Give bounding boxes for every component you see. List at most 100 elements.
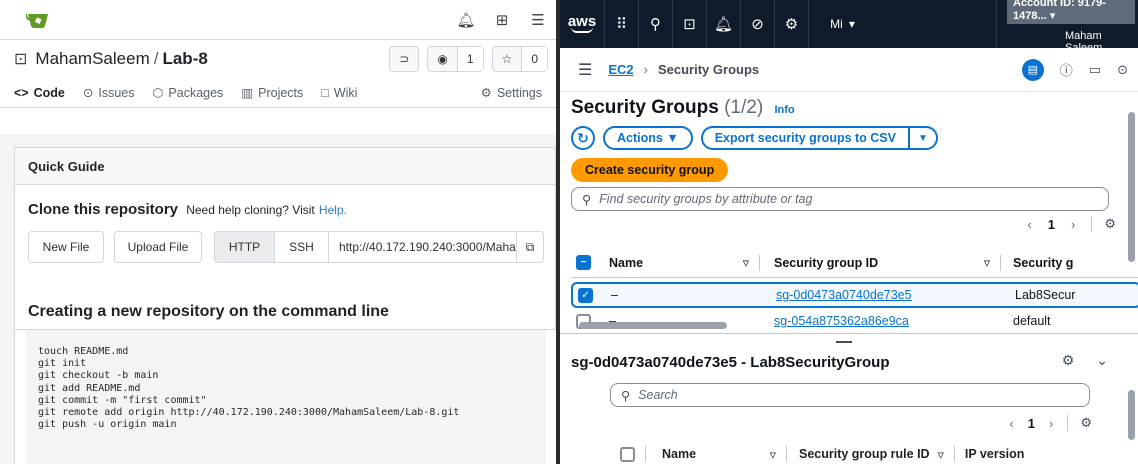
export-dropdown-icon[interactable]: ▼ (907, 128, 936, 148)
select-all-checkbox[interactable]: − (576, 255, 591, 270)
tab-issues[interactable]: ⊙ Issues (83, 78, 135, 107)
tab-label: Settings (496, 85, 542, 100)
info-icon[interactable]: ⓘ (1060, 60, 1073, 79)
row-checkbox[interactable]: ✓ (578, 287, 593, 303)
http-toggle[interactable]: HTTP (215, 232, 275, 262)
tab-settings[interactable]: ⚙︎ Settings (481, 78, 542, 107)
row-name: – (611, 288, 618, 302)
table-settings-gear-icon[interactable]: ⚙︎ (1091, 216, 1116, 232)
account-menu[interactable]: Account ID: 9179-1478... ▾ Maham Saleem (996, 0, 1138, 54)
current-page[interactable]: 1 (1028, 416, 1035, 431)
region-label: Mi (830, 17, 843, 31)
services-grid-icon[interactable]: ⠿ (604, 0, 638, 48)
tab-code[interactable]: <> Code (14, 78, 65, 107)
tour-icon[interactable]: ⊙ (1117, 62, 1128, 78)
chevron-down-icon[interactable]: ⌄ (1096, 352, 1108, 369)
clone-title: Clone this repository Need help cloning?… (28, 201, 347, 218)
project-icon: ▥ (241, 86, 254, 100)
rules-pagination: ‹ 1 › ⚙︎ (1009, 415, 1092, 431)
tab-label: Wiki (333, 85, 358, 100)
tab-label: Issues (98, 85, 135, 100)
book-icon: □ (321, 85, 329, 100)
settings-gear-icon[interactable]: ⚙︎ (774, 0, 808, 48)
sort-down-icon: ▿ (742, 256, 749, 270)
new-repo-heading: Creating a new repository on the command… (14, 284, 556, 330)
breadcrumb-current: Security Groups (657, 62, 760, 77)
help-icon[interactable]: ⊘ (740, 0, 774, 48)
watch-button[interactable]: ◉ 1 (427, 46, 484, 72)
upload-file-button[interactable]: Upload File (114, 231, 202, 263)
feedback-icon[interactable]: ▭ (1089, 62, 1101, 78)
breadcrumb-ec2-link[interactable]: EC2 (608, 62, 633, 77)
repo-owner-link[interactable]: MahamSaleem (35, 49, 149, 69)
column-security-group-id[interactable]: Security group ID ▿ (760, 255, 1000, 271)
code-icon: <> (14, 85, 29, 100)
previous-page-icon[interactable]: ‹ (1027, 217, 1031, 232)
create-security-group-button[interactable]: Create security group (571, 158, 729, 182)
search-placeholder: Find security groups by attribute or tag (599, 192, 813, 206)
current-page[interactable]: 1 (1048, 217, 1055, 232)
copy-icon[interactable]: ⧉ (517, 232, 543, 262)
security-group-id-link[interactable]: sg-0d0473a0740de73e5 (776, 288, 912, 302)
vertical-scrollbar[interactable] (1128, 94, 1136, 330)
column-security-group-name[interactable]: Security g (1001, 256, 1073, 270)
gitea-navbar: 🔔︎ ⊞ ☰ (0, 0, 556, 40)
settings-gear-icon[interactable]: ⚙︎ (1062, 352, 1075, 369)
search-icon: ⚲ (621, 388, 631, 403)
refresh-icon[interactable]: ↻ (571, 126, 595, 150)
command-block: touch README.md git init git checkout -b… (26, 330, 546, 464)
column-name[interactable]: Name ▿ (609, 255, 759, 271)
split-panel-handle[interactable] (560, 333, 1138, 343)
table-settings-gear-icon[interactable]: ⚙︎ (1067, 415, 1092, 431)
detail-vertical-scrollbar[interactable] (1128, 340, 1136, 464)
actions-button[interactable]: Actions ▼ (603, 126, 693, 150)
info-link[interactable]: Info (774, 104, 794, 116)
star-button[interactable]: ☆ 0 (491, 46, 548, 72)
aws-logo[interactable]: aws (560, 0, 604, 48)
next-page-icon[interactable]: › (1071, 217, 1075, 232)
rules-search-input[interactable]: ⚲ Search (610, 383, 1090, 407)
horizontal-scrollbar[interactable] (571, 321, 1111, 330)
previous-page-icon[interactable]: ‹ (1009, 416, 1013, 431)
clone-url-input[interactable]: http://40.172.190.240:3000/MahamSaleem/L… (329, 232, 517, 262)
new-file-button[interactable]: New File (28, 231, 104, 263)
hamburger-menu-icon[interactable]: ☰ (578, 60, 592, 80)
scrollbar-thumb[interactable] (1128, 390, 1135, 440)
select-all-checkbox[interactable] (620, 446, 635, 462)
eye-icon: ◉ (437, 52, 448, 66)
search-icon[interactable]: ⚲ (638, 0, 672, 48)
row-id-cell: sg-0d0473a0740de73e5 (762, 288, 1002, 302)
security-group-search-input[interactable]: ⚲ Find security groups by attribute or t… (571, 187, 1109, 211)
tab-wiki[interactable]: □ Wiki (321, 78, 357, 107)
notification-bell-icon[interactable]: 🔔︎ (706, 0, 740, 48)
gitea-logo-icon[interactable] (26, 10, 50, 30)
ssh-toggle[interactable]: SSH (275, 232, 329, 262)
column-label: Security group ID (774, 255, 879, 270)
table-row[interactable]: ✓ – sg-0d0473a0740de73e5 Lab8Secur (571, 282, 1138, 308)
notification-bell-icon[interactable]: 🔔︎ (456, 12, 475, 29)
next-page-icon[interactable]: › (1049, 416, 1053, 431)
rss-button[interactable]: ⊃ (389, 46, 420, 72)
column-rule-id[interactable]: Security group rule ID (787, 447, 938, 461)
column-ip-version[interactable]: IP version (965, 447, 1025, 461)
repo-content: Quick Guide Clone this repository Need h… (0, 134, 556, 464)
region-selector[interactable]: Mi ▾ (808, 0, 876, 48)
tab-projects[interactable]: ▥ Projects (241, 78, 303, 107)
side-panel-toggle-icon[interactable]: ▤ (1021, 58, 1044, 81)
export-split-button: Export security groups to CSV ▼ (700, 126, 938, 150)
aws-console-window: aws ⠿ ⚲ ⊡ 🔔︎ ⊘ ⚙︎ Mi ▾ Account ID: 9179-1… (560, 0, 1138, 464)
page-title-text: Security Groups (571, 97, 719, 118)
scrollbar-thumb[interactable] (579, 322, 727, 329)
watch-count: 1 (456, 47, 483, 71)
export-button[interactable]: Export security groups to CSV (703, 128, 908, 148)
repo-path-separator: / (153, 49, 159, 68)
tab-packages[interactable]: ⬡ Packages (152, 78, 223, 107)
clone-help-link[interactable]: Help. (319, 203, 347, 217)
cloudshell-icon[interactable]: ⊡ (672, 0, 706, 48)
clone-url-group: HTTP SSH http://40.172.190.240:3000/Maha… (214, 231, 544, 263)
column-name[interactable]: Name ▿ (646, 447, 786, 462)
scrollbar-thumb[interactable] (1128, 112, 1135, 262)
create-menu-icon[interactable]: ⊞ (494, 12, 510, 29)
hamburger-menu-icon[interactable]: ☰ (530, 12, 546, 29)
repo-name-link[interactable]: Lab-8 (162, 49, 207, 69)
